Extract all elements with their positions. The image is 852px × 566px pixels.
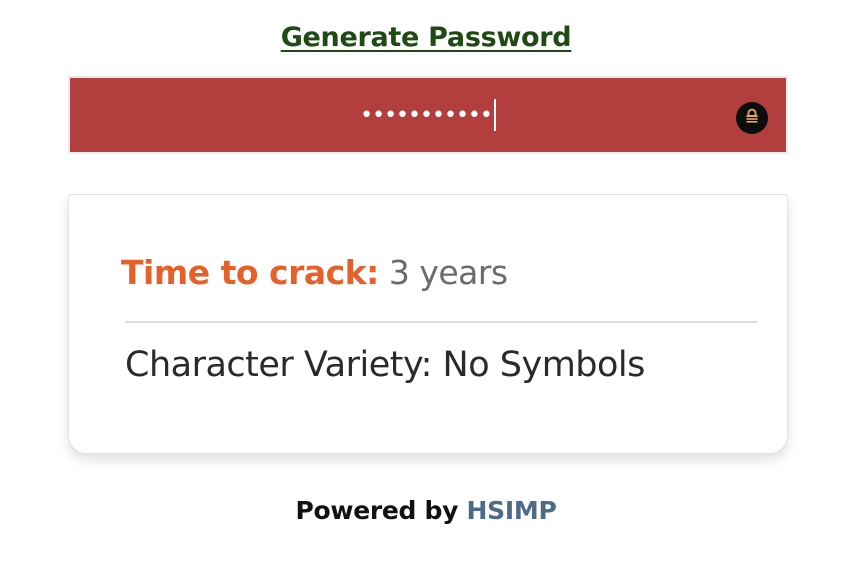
lock-icon xyxy=(743,107,761,130)
time-to-crack-value: 3 years xyxy=(388,253,508,292)
powered-by-footer: Powered by HSIMP xyxy=(0,496,852,525)
password-display[interactable]: ••••••••••• xyxy=(70,78,786,152)
result-card: Time to crack: 3 years Character Variety… xyxy=(68,194,788,454)
character-variety-text: Character Variety: No Symbols xyxy=(125,345,645,385)
password-masked-value: ••••••••••• xyxy=(360,102,493,128)
generate-password-link[interactable]: Generate Password xyxy=(0,22,852,53)
time-to-crack-row: Time to crack: 3 years xyxy=(121,253,508,292)
hsimp-link[interactable]: HSIMP xyxy=(467,496,557,525)
password-bar: ••••••••••• xyxy=(68,76,788,154)
show-password-toggle[interactable] xyxy=(736,102,768,134)
text-caret xyxy=(493,99,496,131)
powered-by-label: Powered by xyxy=(295,496,459,525)
card-divider xyxy=(125,321,757,323)
time-to-crack-label: Time to crack: xyxy=(121,253,379,292)
password-checker-page: Generate Password ••••••••••• Time to cr… xyxy=(0,0,852,566)
